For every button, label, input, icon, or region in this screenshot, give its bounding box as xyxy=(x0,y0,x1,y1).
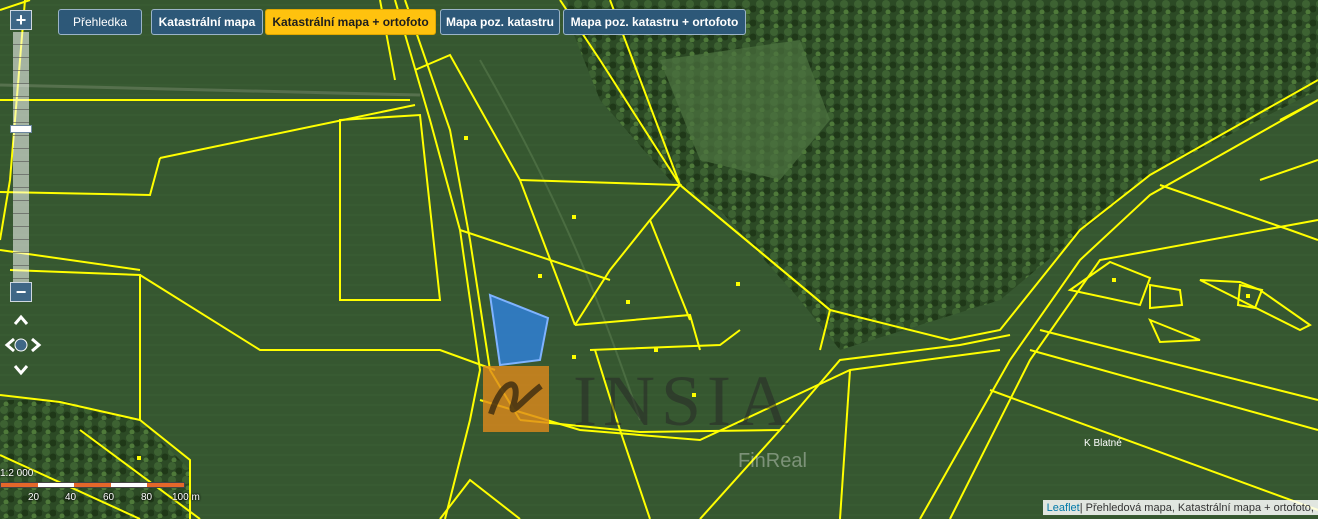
scale-tick: 60 xyxy=(103,492,115,503)
pan-up-icon[interactable] xyxy=(10,310,32,332)
zoom-in-button[interactable]: + xyxy=(10,10,32,30)
zoom-slider-track[interactable] xyxy=(13,32,29,292)
tab-katastralni-mapa-ortofoto[interactable]: Katastrální mapa + ortofoto xyxy=(265,9,436,35)
leaflet-link[interactable]: Leaflet xyxy=(1047,502,1080,514)
tab-katastralni-mapa[interactable]: Katastrální mapa xyxy=(151,9,263,35)
scale-tick: 80 xyxy=(141,492,153,503)
zoom-out-button[interactable]: − xyxy=(10,282,32,302)
pan-down-icon[interactable] xyxy=(10,358,32,380)
map-attribution: Leaflet | Přehledová mapa, Katastrální m… xyxy=(1042,500,1318,515)
scale-bar: 1:2 000 20 40 60 80 100 m xyxy=(0,468,230,508)
place-label: K Blatné xyxy=(1084,438,1122,449)
attribution-text: | Přehledová mapa, Katastrální mapa + or… xyxy=(1079,501,1314,514)
pan-control xyxy=(0,310,46,378)
scale-bar-graphic xyxy=(0,482,185,488)
scale-ratio: 1:2 000 xyxy=(0,468,34,479)
scale-tick: 40 xyxy=(65,492,77,503)
tab-mapa-poz-katastru-ortofoto[interactable]: Mapa poz. katastru + ortofoto xyxy=(563,9,746,35)
zoom-slider-handle[interactable] xyxy=(10,124,32,133)
tab-mapa-poz-katastru[interactable]: Mapa poz. katastru xyxy=(440,9,560,35)
tab-prehledka[interactable]: Přehledka xyxy=(58,9,142,35)
scale-tick: 20 xyxy=(28,492,40,503)
scale-tick: 100 m xyxy=(172,492,200,503)
pan-right-icon[interactable] xyxy=(24,334,46,356)
